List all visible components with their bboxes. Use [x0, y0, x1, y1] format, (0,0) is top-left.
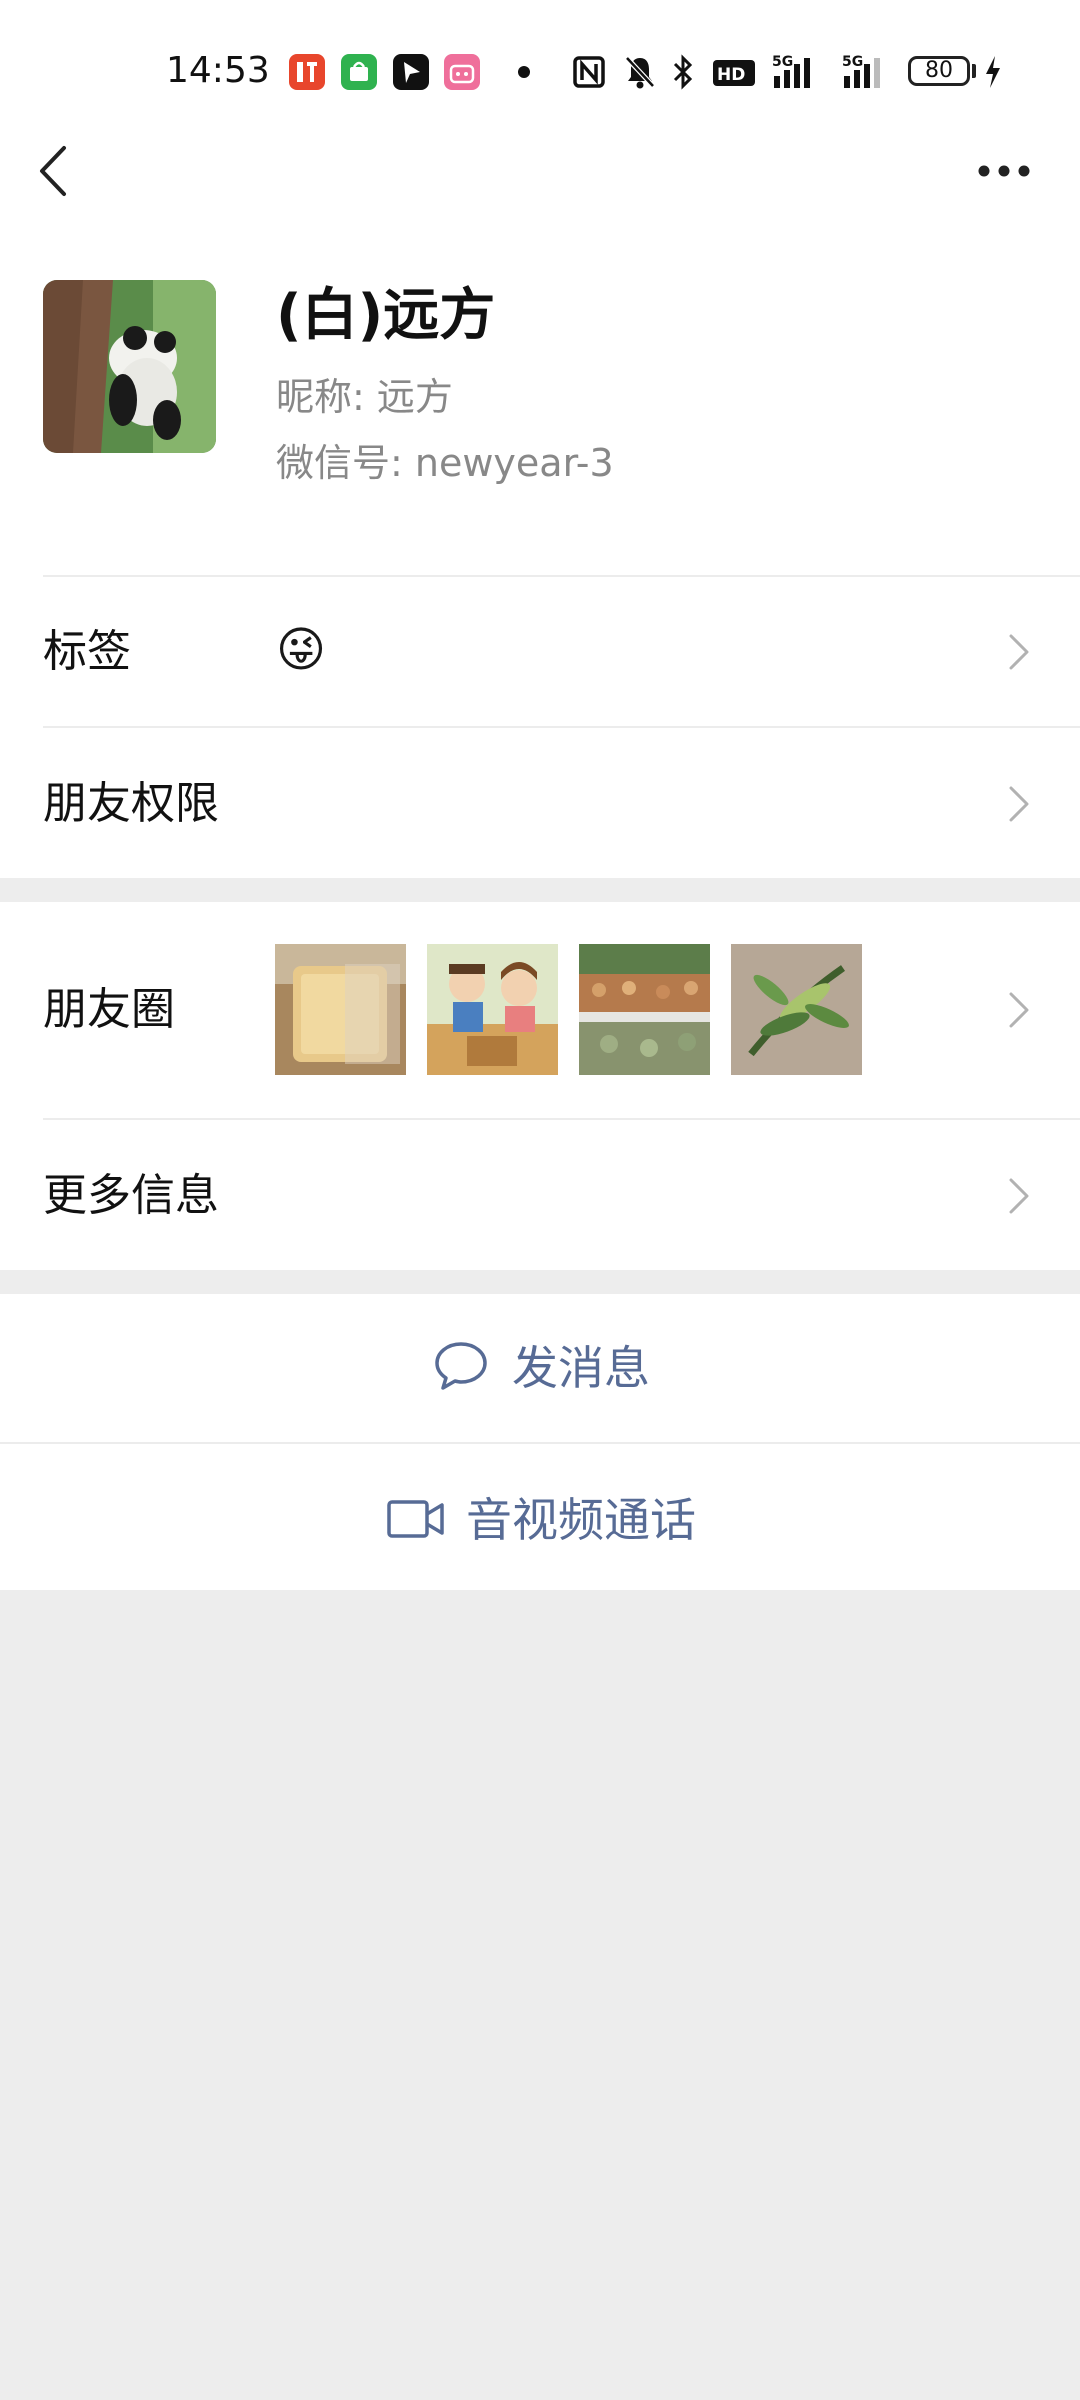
friend-permissions-label: 朋友权限 [43, 778, 219, 829]
bluetooth-icon [673, 54, 693, 90]
bilibili-app-icon [444, 54, 480, 90]
moment-thumbnail [579, 944, 710, 1075]
mute-bell-icon [625, 56, 655, 89]
svg-text:HD: HD [717, 65, 745, 85]
status-bar: 14:53 HD 5G 5G 80 [0, 0, 1080, 140]
5g-signal-icon: 5G [772, 54, 810, 88]
svg-text:5G: 5G [772, 54, 793, 70]
video-call-label: 音视频通话 [466, 1493, 696, 1547]
chevron-right-icon [1009, 786, 1029, 822]
divider [43, 726, 1080, 728]
svg-text:5G: 5G [842, 54, 863, 70]
more-info-label: 更多信息 [43, 1170, 219, 1221]
more-dots-icon[interactable] [976, 156, 1032, 186]
divider [43, 575, 1080, 577]
tag-emoji: 😜 [276, 622, 327, 678]
moment-thumbnail [427, 944, 558, 1075]
display-name: (白)远方 [276, 283, 496, 348]
hd-icon: HD [713, 60, 755, 86]
avatar[interactable] [43, 280, 216, 453]
shopping-app-icon [341, 54, 377, 90]
listen-app-icon [289, 54, 325, 90]
battery-level: 80 [908, 56, 970, 86]
chevron-right-icon [1009, 1178, 1029, 1214]
5g-signal-icon: 5G [842, 54, 880, 88]
chevron-right-icon [1009, 992, 1029, 1028]
charging-bolt-icon [986, 56, 1000, 88]
section-gap [0, 1270, 1080, 1294]
notification-dot-icon [518, 66, 530, 78]
back-chevron-icon[interactable] [34, 144, 74, 198]
video-camera-icon [387, 1500, 444, 1538]
arrow-app-icon [393, 54, 429, 90]
section-gap [0, 878, 1080, 902]
chat-bubble-icon [435, 1342, 487, 1390]
send-message-label: 发消息 [512, 1341, 650, 1395]
moments-label: 朋友圈 [43, 984, 175, 1035]
tags-label: 标签 [43, 626, 131, 677]
moment-thumbnail [731, 944, 862, 1075]
nickname: 昵称: 远方 [276, 375, 453, 419]
wechat-id: 微信号: newyear-3 [276, 441, 614, 485]
moment-thumbnail [275, 944, 406, 1075]
nfc-icon [573, 56, 605, 88]
divider [43, 1118, 1080, 1120]
battery-tip [972, 64, 976, 78]
status-time: 14:53 [166, 50, 270, 91]
chevron-right-icon [1009, 634, 1029, 670]
divider [0, 1442, 1080, 1444]
